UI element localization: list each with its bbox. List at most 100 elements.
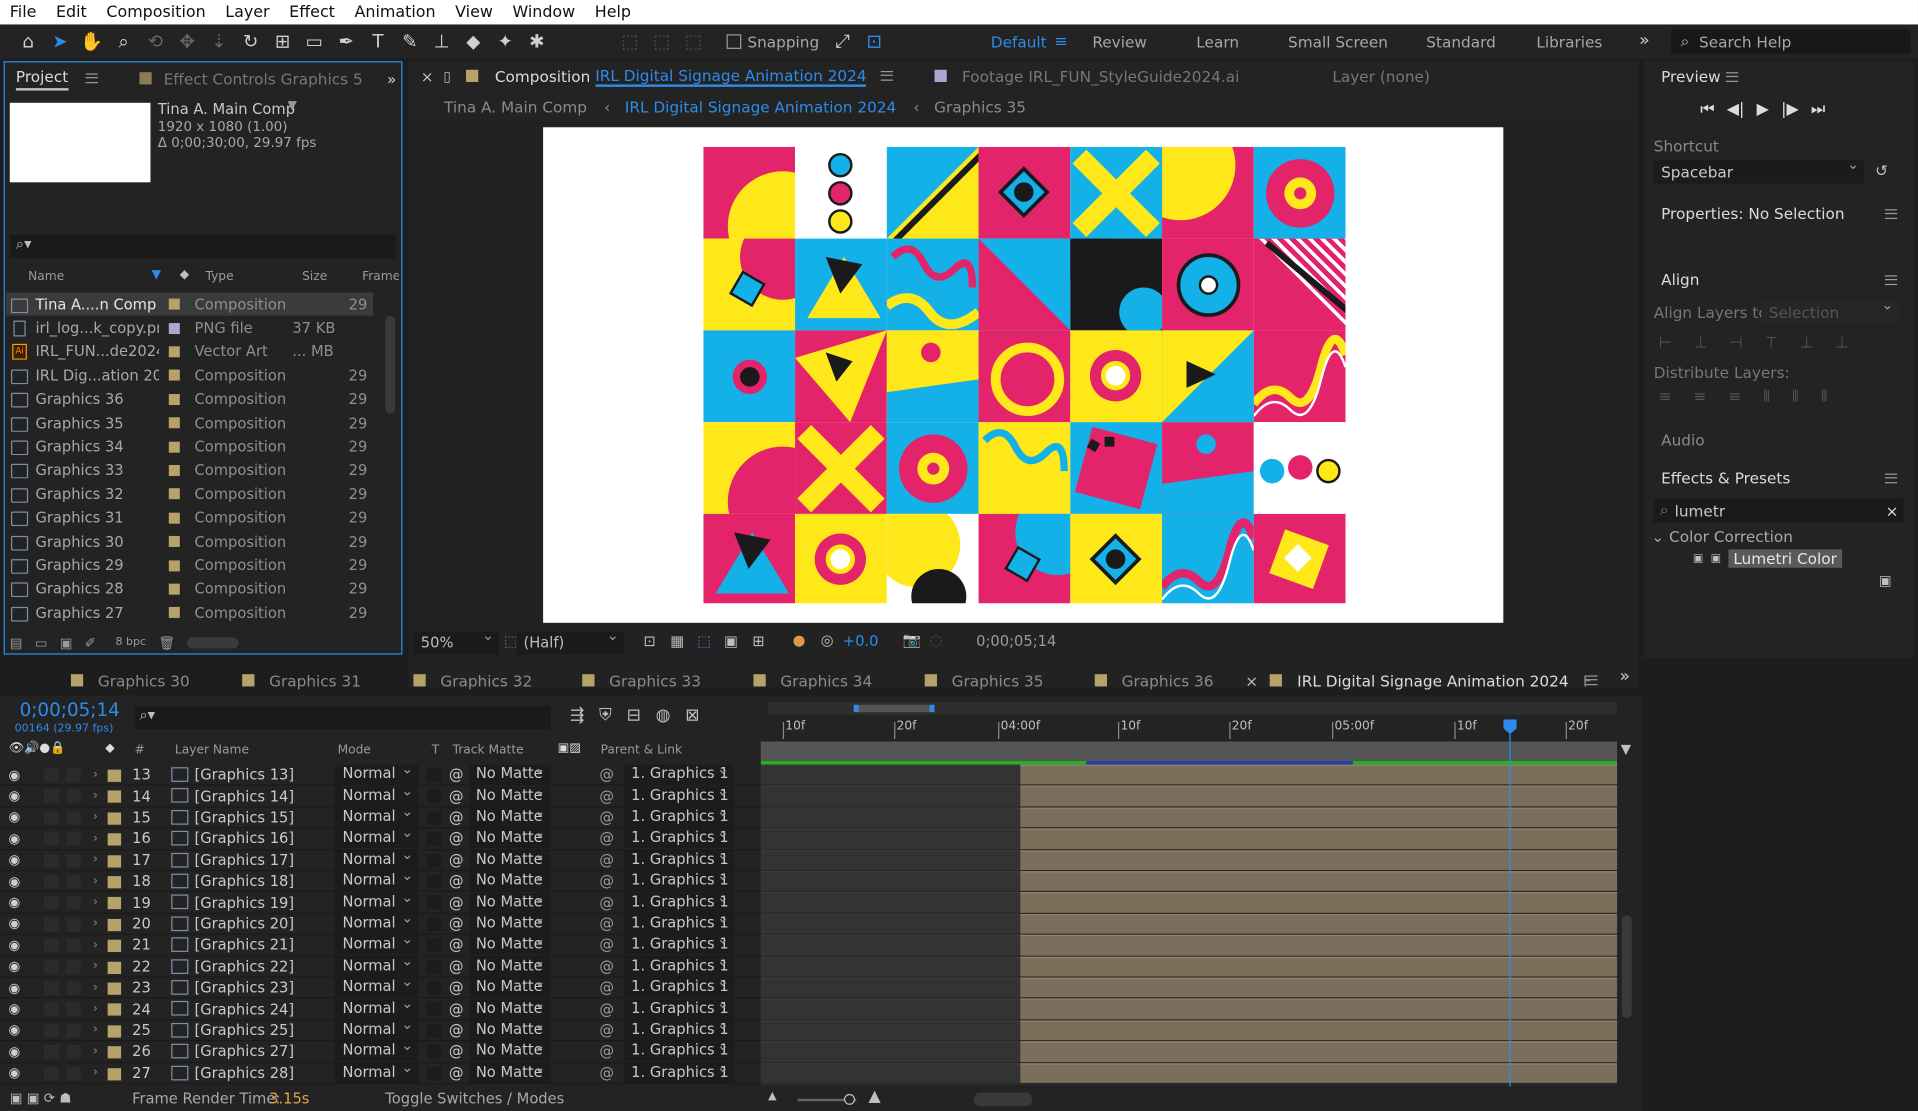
label-color[interactable] xyxy=(107,790,122,804)
layer-duration-bar[interactable] xyxy=(1020,828,1618,849)
label-color[interactable] xyxy=(107,812,122,825)
comp-name[interactable]: Tina A. Main Comp xyxy=(158,100,295,117)
snapshot-icon[interactable]: 📷 xyxy=(903,631,921,648)
solo-box[interactable] xyxy=(44,917,59,931)
visibility-eye-icon[interactable]: ◉ xyxy=(9,895,21,911)
project-item[interactable]: Graphics 27 Composition 29 xyxy=(6,601,373,625)
rotate-tool-icon[interactable]: ↻ xyxy=(237,28,264,55)
menu-item[interactable]: Help xyxy=(585,3,641,21)
layer-duration-bar[interactable] xyxy=(1020,892,1618,913)
lock-box[interactable] xyxy=(66,832,81,846)
project-item[interactable]: Ai IRL_FUN...de2024.ai Vector Art ... MB xyxy=(6,340,373,364)
align-bottom-icon[interactable]: ⊥ xyxy=(1835,333,1848,351)
zoom-in-icon[interactable]: ▲ xyxy=(868,1088,880,1106)
menu-item[interactable]: Layer xyxy=(215,3,279,21)
snap-options-icon[interactable]: ⤢ xyxy=(829,28,856,55)
play-icon[interactable]: ▶ xyxy=(1757,100,1769,118)
label-color[interactable] xyxy=(168,441,180,453)
lock-box[interactable] xyxy=(66,1002,81,1017)
new-comp-icon[interactable]: ▣ xyxy=(60,634,73,650)
anchor-tool-icon[interactable]: ⊞ xyxy=(269,28,296,55)
parent-pickwhip-icon[interactable]: @ xyxy=(599,894,614,911)
zoom-tool-icon[interactable]: ⌕ xyxy=(110,28,137,55)
label-color[interactable] xyxy=(107,961,122,974)
layer-duration-bar[interactable] xyxy=(1020,935,1618,956)
parent-pickwhip-icon[interactable]: @ xyxy=(599,830,614,847)
brush-tool-icon[interactable]: ✎ xyxy=(396,28,423,55)
workspace-learn[interactable]: Learn xyxy=(1196,33,1239,51)
layer-row[interactable]: ◉ › 18 [Graphics 18] Normal @ No Matte @… xyxy=(0,867,761,893)
parent-pickwhip-icon[interactable]: @ xyxy=(599,915,614,932)
thumbnail-slider[interactable] xyxy=(187,636,239,648)
tab-footage[interactable]: Footage IRL_FUN_StyleGuide2024.ai xyxy=(962,67,1239,85)
preserve-transparency-box[interactable] xyxy=(426,896,442,910)
tab-layer[interactable]: Layer (none) xyxy=(1332,67,1430,85)
time-ruler[interactable]: 10f 20f 04:00f 10f 20f 05:00f 10f 20f xyxy=(761,717,1617,741)
clear-search-icon[interactable]: × xyxy=(1886,501,1899,519)
col-type[interactable]: Type xyxy=(205,270,233,283)
lock-box[interactable] xyxy=(66,1066,81,1080)
footer-icons[interactable]: ▣ ▣ ⟳ ☗ xyxy=(10,1090,72,1106)
layer-duration-bar[interactable] xyxy=(1020,998,1618,1019)
layer-name[interactable]: [Graphics 13] xyxy=(194,766,294,783)
label-color[interactable] xyxy=(107,918,122,931)
effects-menu-icon[interactable] xyxy=(1884,473,1898,484)
layer-name[interactable]: [Graphics 22] xyxy=(194,958,294,975)
layer-row[interactable]: ◉ › 13 [Graphics 13] Normal @ No Matte @… xyxy=(0,760,761,787)
label-color[interactable] xyxy=(107,1046,122,1059)
axis-local-icon[interactable]: ⬚ xyxy=(616,28,643,55)
label-color[interactable] xyxy=(107,1025,122,1038)
tab-composition-prefix[interactable]: Composition xyxy=(495,67,591,85)
zoom-slider[interactable] xyxy=(797,1093,857,1105)
menu-item[interactable]: Composition xyxy=(97,3,216,21)
matte-pickwhip-icon[interactable]: @ xyxy=(449,766,464,783)
align-hcenter-icon[interactable]: ⊥ xyxy=(1694,333,1707,351)
chevron-right-icon[interactable]: › xyxy=(93,853,98,866)
project-menu-icon[interactable] xyxy=(85,73,98,84)
channel-icon[interactable]: ● xyxy=(793,631,806,648)
zoom-dropdown[interactable]: 50% xyxy=(413,626,500,655)
shy-layers-icon[interactable]: ⊟ xyxy=(627,706,641,726)
snapping-checkbox[interactable] xyxy=(726,34,742,49)
chevron-right-icon[interactable]: › xyxy=(93,981,98,994)
label-color[interactable] xyxy=(107,769,122,782)
work-area-bar[interactable] xyxy=(768,702,1618,715)
matte-pickwhip-icon[interactable]: @ xyxy=(449,1064,464,1081)
parent-pickwhip-icon[interactable]: @ xyxy=(599,851,614,868)
label-color[interactable] xyxy=(168,488,180,500)
next-frame-icon[interactable]: |▶ xyxy=(1781,100,1799,118)
preserve-transparency-box[interactable] xyxy=(426,1066,442,1080)
lock-box[interactable] xyxy=(66,917,81,931)
last-frame-icon[interactable]: ⏭ xyxy=(1811,100,1825,118)
project-item[interactable]: Tina A....n Comp Composition 29 xyxy=(6,292,374,317)
parent-pickwhip-icon[interactable]: @ xyxy=(599,937,614,954)
interpret-footage-icon[interactable]: ▤ xyxy=(10,634,23,650)
matte-pickwhip-icon[interactable]: @ xyxy=(449,979,464,996)
label-color[interactable] xyxy=(107,939,122,953)
visibility-eye-icon[interactable]: ◉ xyxy=(9,1001,21,1017)
layer-name[interactable]: [Graphics 23] xyxy=(194,979,294,996)
matte-pickwhip-icon[interactable]: @ xyxy=(449,830,464,847)
project-item[interactable]: Graphics 36 Composition 29 xyxy=(6,387,373,411)
show-snapshot-icon[interactable]: ◌ xyxy=(930,631,943,648)
motion-blur-icon[interactable]: ◍ xyxy=(656,706,671,726)
layer-row[interactable]: ◉ › 25 [Graphics 25] Normal @ No Matte @… xyxy=(0,1016,761,1042)
visibility-eye-icon[interactable]: ◉ xyxy=(9,831,21,847)
blend-mode-dropdown[interactable]: Normal xyxy=(335,1058,419,1083)
workspace-overflow-icon[interactable]: » xyxy=(1639,31,1649,51)
viewer-area[interactable] xyxy=(408,122,1640,688)
project-item[interactable]: IRL Dig...ation 2024 Composition 29 xyxy=(6,364,373,388)
layer-name[interactable]: [Graphics 24] xyxy=(194,1000,294,1017)
lock-box[interactable] xyxy=(66,981,81,995)
col-size[interactable]: Size xyxy=(302,270,327,283)
dist-right-icon[interactable]: ⦀ xyxy=(1821,387,1828,407)
layer-row[interactable]: ◉ › 21 [Graphics 21] Normal @ No Matte @… xyxy=(0,930,761,957)
exposure-value[interactable]: +0.0 xyxy=(843,633,879,650)
resolution-dropdown[interactable]: (Half) xyxy=(516,626,624,655)
axis-world-icon[interactable]: ⬚ xyxy=(648,28,675,55)
project-item[interactable]: Graphics 31 Composition 29 xyxy=(6,506,373,530)
preserve-transparency-box[interactable] xyxy=(426,981,442,995)
breadcrumb-item-main[interactable]: Tina A. Main Comp xyxy=(444,97,587,115)
project-settings-icon[interactable]: ✐ xyxy=(85,634,96,650)
new-folder-icon[interactable]: ▭ xyxy=(35,634,48,650)
